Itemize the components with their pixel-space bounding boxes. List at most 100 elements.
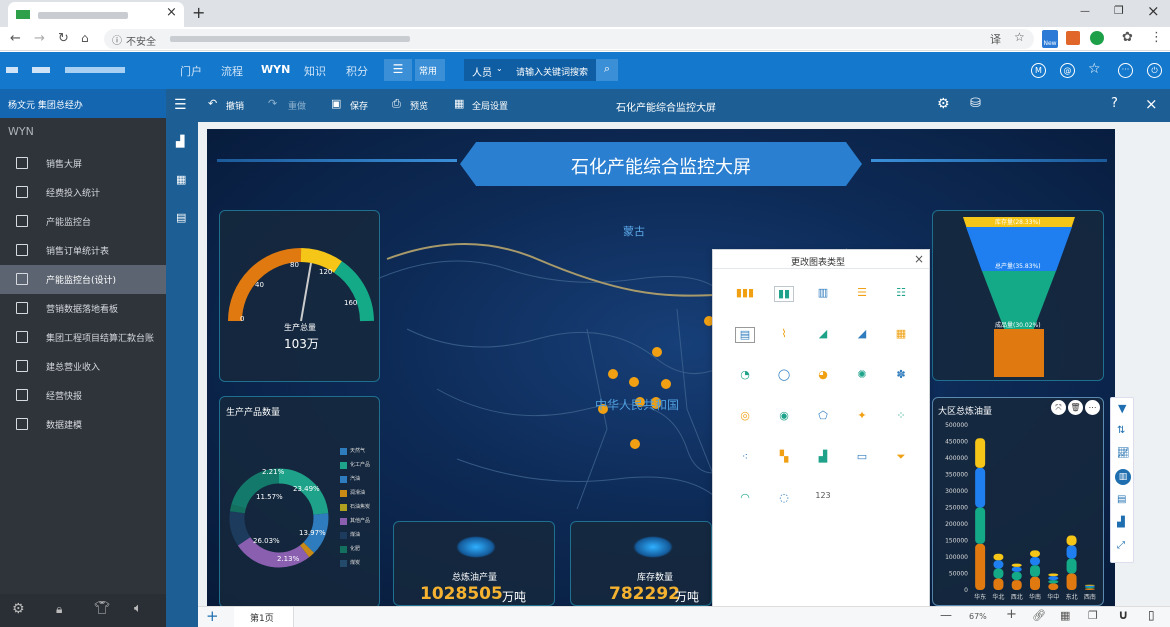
resize-icon[interactable]: ⤢ bbox=[1117, 540, 1125, 551]
chart-type-option[interactable]: ▦ bbox=[891, 327, 911, 343]
nav-item-wyn[interactable]: WYN bbox=[261, 63, 290, 76]
sidebar-item[interactable]: 营销数据落地看板 bbox=[0, 294, 166, 323]
format-icon[interactable]: ▤ bbox=[1117, 494, 1126, 505]
page-tab[interactable]: 第1页 bbox=[234, 607, 294, 627]
browser-menu-icon[interactable]: ⋮ bbox=[1150, 30, 1163, 45]
nav-item-portal[interactable]: 门户 bbox=[180, 63, 202, 79]
tab-close-icon[interactable]: × bbox=[166, 5, 177, 20]
more-icon[interactable]: ··· bbox=[1118, 63, 1133, 78]
grammarly-icon[interactable] bbox=[1090, 31, 1104, 45]
nav-item-points[interactable]: 积分 bbox=[346, 63, 368, 79]
chart-type-option[interactable]: ▥ bbox=[813, 286, 833, 302]
data-icon[interactable]: ▟ bbox=[1117, 517, 1125, 528]
donut-panel[interactable]: 生产产品数量 2.21% 23.49% 11.57% 13.97% 26.03%… bbox=[219, 396, 380, 606]
home-icon[interactable]: ⌂ bbox=[81, 31, 89, 45]
chart-type-option[interactable]: ▤ bbox=[735, 327, 755, 343]
filter-icon[interactable]: ▼ bbox=[1118, 402, 1126, 415]
sort-icon[interactable]: ⇅ bbox=[1117, 425, 1125, 436]
window-close-icon[interactable]: × bbox=[1147, 2, 1160, 20]
sidebar-item[interactable]: 经营快报 bbox=[0, 381, 166, 410]
power-icon[interactable]: ⏻ bbox=[1147, 63, 1162, 78]
funnel-panel[interactable]: 库存量(28.33%) 总产量(35.83%) 成品量(30.02%) bbox=[932, 210, 1104, 381]
chart-type-option[interactable]: ◯ bbox=[774, 368, 794, 384]
chart-type-option[interactable]: ✦ bbox=[852, 409, 872, 425]
database-icon[interactable]: ⛁ bbox=[970, 96, 981, 111]
form-component-icon[interactable]: ▤ bbox=[176, 211, 186, 224]
link-icon[interactable]: 🔗︎ bbox=[1032, 609, 1046, 622]
reload-icon[interactable]: ↻ bbox=[58, 31, 69, 46]
grid-icon[interactable]: ▦ bbox=[1060, 609, 1070, 622]
lock-icon[interactable]: 🔒︎ bbox=[56, 602, 62, 617]
sidebar-item[interactable]: 集团工程项目结算汇款台账 bbox=[0, 323, 166, 352]
analysis-icon[interactable]: 📈︎ bbox=[1117, 448, 1130, 459]
mobile-icon[interactable]: ▯ bbox=[1148, 608, 1155, 622]
chart-type-option[interactable]: ⏷ bbox=[891, 450, 911, 466]
kpi-refining-panel[interactable]: 总炼油产量 1028505 万吨 bbox=[393, 521, 555, 606]
gauge-panel[interactable]: 0 40 80 120 160 生产总量 103万 bbox=[219, 210, 380, 382]
global-settings-button[interactable]: 全局设置 bbox=[472, 99, 508, 112]
favorite-star-icon[interactable]: ☆ bbox=[1088, 61, 1101, 77]
user-m-icon[interactable]: M bbox=[1031, 63, 1046, 78]
new-tab-icon[interactable]: + bbox=[192, 3, 205, 22]
help-icon[interactable]: ? bbox=[1111, 96, 1118, 111]
chart-type-option-number[interactable]: 123 bbox=[813, 491, 833, 507]
chart-type-option[interactable]: ▭ bbox=[852, 450, 872, 466]
chart-type-option[interactable]: ⌇ bbox=[774, 327, 794, 343]
extension-icon[interactable] bbox=[1066, 31, 1080, 45]
at-icon[interactable]: @ bbox=[1060, 63, 1075, 78]
chart-type-option[interactable]: ◉ bbox=[774, 409, 794, 425]
layers-icon[interactable]: ❐ bbox=[1088, 609, 1098, 622]
search-icon[interactable]: ⌕ bbox=[596, 59, 618, 81]
chart-type-option[interactable]: ✽ bbox=[891, 368, 911, 384]
chart-type-option[interactable]: ☷ bbox=[891, 286, 911, 302]
chart-type-option[interactable]: ◢ bbox=[852, 327, 872, 343]
address-bar[interactable]: ⓘ 不安全 译 ☆ bbox=[104, 29, 1034, 49]
chart-type-option[interactable]: ◕ bbox=[813, 368, 833, 384]
sidebar-item[interactable]: 产能监控台(设计) bbox=[0, 265, 166, 294]
chart-type-option[interactable]: ◌ bbox=[774, 491, 794, 507]
sidebar-item[interactable]: 产能监控台 bbox=[0, 207, 166, 236]
maximize-icon[interactable]: ❐ bbox=[1114, 4, 1124, 17]
forward-icon[interactable]: → bbox=[34, 31, 45, 46]
hamburger-icon[interactable]: ☰ bbox=[174, 97, 187, 113]
browser-tab[interactable]: × bbox=[8, 2, 184, 27]
chart-type-option[interactable]: ▟ bbox=[813, 450, 833, 466]
bar-chart-panel[interactable]: 大区总炼油量 ⤧ 🗑︎ ⋯ 0 50000 100000 150000 200000 25… bbox=[932, 397, 1104, 606]
sidebar-item[interactable]: 销售大屏 bbox=[0, 149, 166, 178]
minimize-icon[interactable]: — bbox=[1080, 6, 1090, 17]
chart-type-icon[interactable]: ▥ bbox=[1115, 469, 1131, 485]
kpi-stock-panel[interactable]: 库存数量 782292 万吨 bbox=[570, 521, 712, 606]
chart-type-option[interactable]: ▚ bbox=[774, 450, 794, 466]
extension-new-icon[interactable]: New bbox=[1042, 30, 1058, 48]
nav-item-flow[interactable]: 流程 bbox=[221, 63, 243, 79]
search-input[interactable]: 请输入关键词搜索 bbox=[516, 65, 588, 78]
extension-puzzle-icon[interactable]: ✿ bbox=[1122, 30, 1133, 45]
chart-component-icon[interactable]: ▟ bbox=[176, 135, 184, 148]
translate-icon[interactable]: 译 bbox=[990, 31, 1001, 47]
settings-icon[interactable]: ⚙ bbox=[937, 96, 950, 112]
close-designer-icon[interactable]: × bbox=[1145, 95, 1158, 113]
zoom-out-icon[interactable]: — bbox=[940, 608, 952, 622]
sidebar-item[interactable]: 销售订单统计表 bbox=[0, 236, 166, 265]
chart-type-option[interactable]: ◔ bbox=[735, 368, 755, 384]
magnet-icon[interactable]: ∪ bbox=[1118, 608, 1129, 623]
popup-close-icon[interactable]: × bbox=[914, 252, 924, 266]
chart-type-option[interactable]: ◢ bbox=[813, 327, 833, 343]
chart-type-option[interactable]: ▮▮▮ bbox=[735, 286, 755, 302]
chart-type-option[interactable]: ◠ bbox=[735, 491, 755, 507]
add-page-icon[interactable]: + bbox=[206, 607, 219, 625]
save-button[interactable]: 保存 bbox=[350, 99, 368, 112]
speaker-icon[interactable]: 🔈︎ bbox=[134, 601, 142, 616]
preview-button[interactable]: 预览 bbox=[410, 99, 428, 112]
chart-type-option[interactable]: ◎ bbox=[735, 409, 755, 425]
zoom-in-icon[interactable]: + bbox=[1006, 607, 1017, 622]
shirt-icon[interactable]: 👕︎ bbox=[94, 601, 111, 616]
grid-component-icon[interactable]: ▦ bbox=[176, 173, 186, 186]
search-scope-select[interactable]: 人员 bbox=[472, 64, 492, 79]
redo-button[interactable]: 重做 bbox=[288, 99, 306, 112]
menu-icon[interactable]: ☰ bbox=[384, 59, 412, 81]
chart-type-option[interactable]: ⁖ bbox=[735, 450, 755, 466]
chart-type-option[interactable]: ▮▮ bbox=[774, 286, 794, 302]
sidebar-item[interactable]: 经费投入统计 bbox=[0, 178, 166, 207]
undo-button[interactable]: 撤销 bbox=[226, 99, 244, 112]
